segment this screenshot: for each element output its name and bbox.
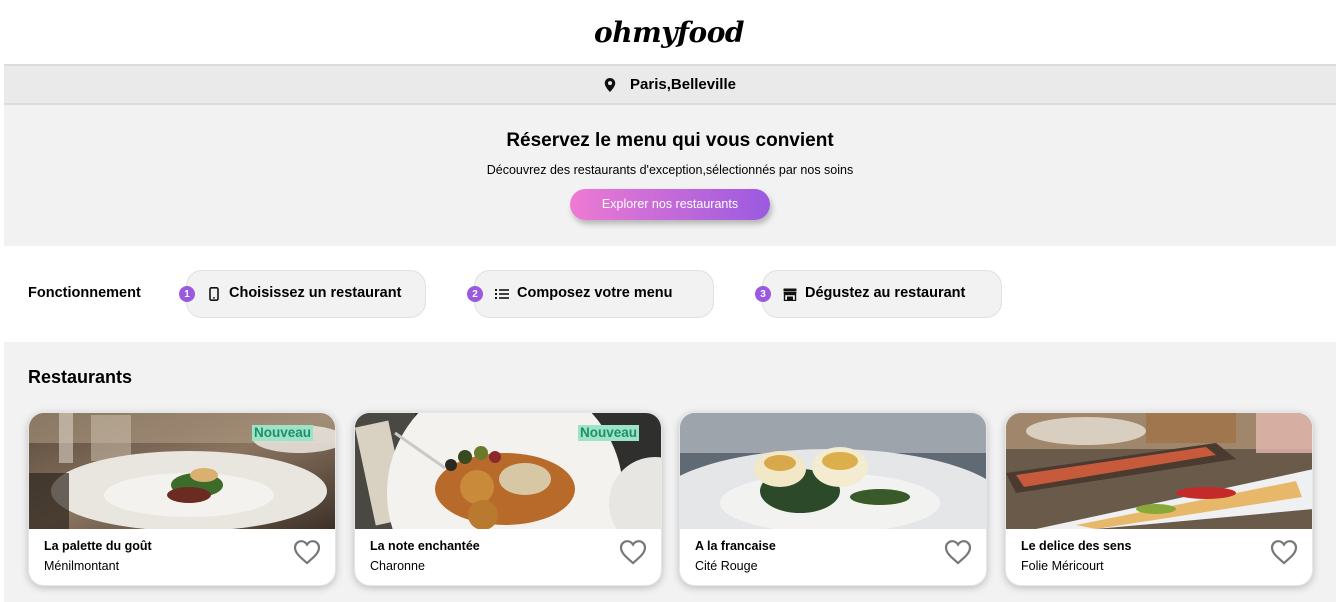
restaurant-name: La palette du goût [44,539,152,553]
location-city: Paris,Belleville [630,76,736,93]
location-bar[interactable]: Paris,Belleville [4,64,1336,105]
site-header: ohmyfood [0,0,1338,64]
step-number: 3 [755,286,771,302]
restaurant-card[interactable]: Nouveau La note enchantée Charonne [354,412,662,586]
location-pin-icon [604,77,616,92]
step-taste-restaurant[interactable]: 3 Dégustez au restaurant [755,270,1002,318]
step-label: Choisissez un restaurant [229,285,402,301]
restaurant-area: Charonne [370,559,425,573]
storefront-icon [783,286,797,302]
heart-icon[interactable] [619,539,647,565]
restaurant-name: Le delice des sens [1021,539,1132,553]
restaurant-card[interactable]: Le delice des sens Folie Méricourt [1005,412,1313,586]
explore-restaurants-button[interactable]: Explorer nos restaurants [570,189,770,220]
how-it-works-section: Fonctionnement 1 Choisissez un restauran… [4,246,1336,342]
heart-icon[interactable] [293,539,321,565]
restaurant-area: Ménilmontant [44,559,120,573]
step-compose-menu[interactable]: 2 Composez votre menu [467,270,714,318]
heart-icon[interactable] [944,539,972,565]
step-number: 2 [467,286,483,302]
step-label: Composez votre menu [517,285,673,301]
restaurants-section: Restaurants Nouveau La palette du goût M… [4,342,1336,602]
hero-subtitle: Découvrez des restaurants d'exception,sé… [486,163,854,177]
restaurants-title: Restaurants [28,367,133,387]
mobile-phone-icon [207,286,221,302]
how-it-works-title: Fonctionnement [28,285,141,301]
site-logo[interactable]: ohmyfood [594,16,744,49]
restaurant-area: Folie Méricourt [1021,559,1104,573]
restaurant-area: Cité Rouge [695,559,758,573]
restaurant-card[interactable]: A la francaise Cité Rouge [679,412,987,586]
hero-section: Réservez le menu qui vous convient Décou… [4,105,1336,246]
restaurant-photo [1006,413,1312,529]
restaurant-photo [680,413,986,529]
restaurant-name: A la francaise [695,539,776,553]
new-badge: Nouveau [577,425,639,441]
new-badge: Nouveau [251,425,313,441]
restaurant-name: La note enchantée [370,539,480,553]
step-choose-restaurant[interactable]: 1 Choisissez un restaurant [179,270,426,318]
step-label: Dégustez au restaurant [805,285,966,301]
restaurant-card[interactable]: Nouveau La palette du goût Ménilmontant [28,412,336,586]
hero-title: Réservez le menu qui vous convient [506,130,834,151]
step-number: 1 [179,286,195,302]
list-icon [495,286,509,302]
heart-icon[interactable] [1270,539,1298,565]
